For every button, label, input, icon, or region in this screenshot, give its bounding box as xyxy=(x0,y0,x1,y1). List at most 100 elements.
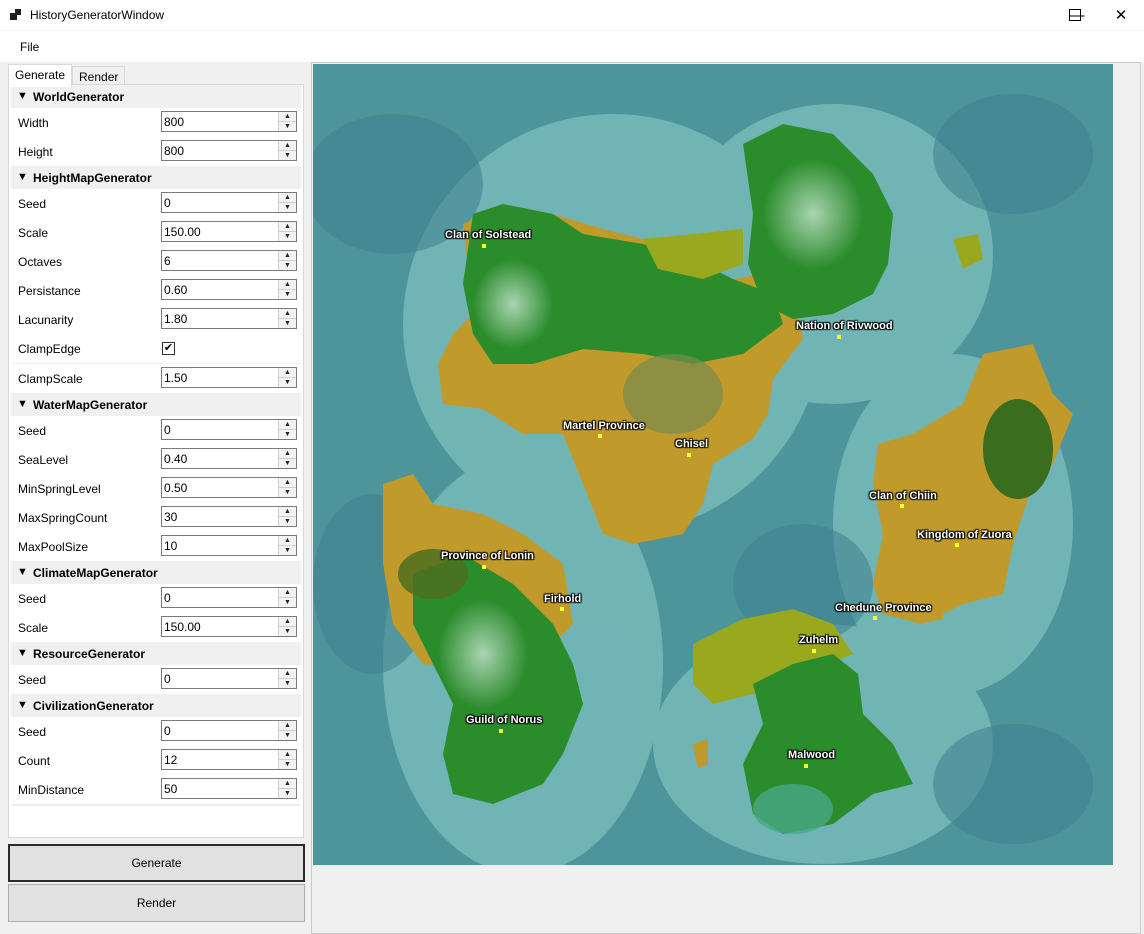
city-label[interactable]: Nation of Rivwood xyxy=(796,320,893,332)
spin-down-icon[interactable]: ▼ xyxy=(279,598,296,607)
persistance-input[interactable]: 0.60 ▲ ▼ xyxy=(161,279,297,300)
city-marker[interactable] xyxy=(812,649,816,653)
spin-down-icon[interactable]: ▼ xyxy=(279,232,296,241)
city-marker[interactable] xyxy=(598,434,602,438)
city-marker[interactable] xyxy=(804,764,808,768)
spin-down-icon[interactable]: ▼ xyxy=(279,290,296,299)
spin-up-icon[interactable]: ▲ xyxy=(279,588,296,598)
city-label[interactable]: Malwood xyxy=(788,749,835,761)
spin-down-icon[interactable]: ▼ xyxy=(279,627,296,636)
spin-up-icon[interactable]: ▲ xyxy=(279,617,296,627)
spin-down-icon[interactable]: ▼ xyxy=(279,319,296,328)
sealevel-input[interactable]: 0.40 ▲ ▼ xyxy=(161,448,297,469)
category-world-generator[interactable]: ▼ WorldGenerator xyxy=(11,86,301,108)
generate-tab-page: ▼ WorldGenerator Width 800 ▲ ▼ Height 800 ▲… xyxy=(8,84,304,838)
menu-file[interactable]: File xyxy=(20,40,39,54)
spin-down-icon[interactable]: ▼ xyxy=(279,430,296,439)
spin-up-icon[interactable]: ▲ xyxy=(279,251,296,261)
spin-down-icon[interactable]: ▼ xyxy=(279,261,296,270)
spin-up-icon[interactable]: ▲ xyxy=(279,478,296,488)
city-label[interactable]: Martel Province xyxy=(563,420,645,432)
render-button[interactable]: Render xyxy=(8,884,305,922)
spin-down-icon[interactable]: ▼ xyxy=(279,517,296,526)
category-watermap-generator[interactable]: ▼ WaterMapGenerator xyxy=(11,394,301,416)
spin-up-icon[interactable]: ▲ xyxy=(279,141,296,151)
property-width: Width 800 ▲ ▼ xyxy=(11,108,301,137)
water-seed-input[interactable]: 0 ▲ ▼ xyxy=(161,419,297,440)
city-label[interactable]: Clan of Chiin xyxy=(869,490,937,502)
close-button[interactable]: ✕ xyxy=(1098,0,1144,30)
resource-seed-input[interactable]: 0 ▲ ▼ xyxy=(161,668,297,689)
property-clampscale: ClampScale 1.50 ▲ ▼ xyxy=(11,364,301,393)
city-label[interactable]: Chisel xyxy=(675,438,708,450)
city-label[interactable]: Province of Lonin xyxy=(441,550,534,562)
city-marker[interactable] xyxy=(687,453,691,457)
mindistance-input[interactable]: 50 ▲ ▼ xyxy=(161,778,297,799)
count-input[interactable]: 12 ▲ ▼ xyxy=(161,749,297,770)
spin-up-icon[interactable]: ▲ xyxy=(279,449,296,459)
category-resource-generator[interactable]: ▼ ResourceGenerator xyxy=(11,643,301,665)
width-input[interactable]: 800 ▲ ▼ xyxy=(161,111,297,132)
heightmap-seed-input[interactable]: 0 ▲ ▼ xyxy=(161,192,297,213)
city-label[interactable]: Zuhelm xyxy=(799,634,838,646)
spin-down-icon[interactable]: ▼ xyxy=(279,151,296,160)
civ-seed-input[interactable]: 0 ▲ ▼ xyxy=(161,720,297,741)
spin-down-icon[interactable]: ▼ xyxy=(279,378,296,387)
city-label[interactable]: Kingdom of Zuora xyxy=(917,529,1012,541)
spin-up-icon[interactable]: ▲ xyxy=(279,280,296,290)
maxpoolsize-input[interactable]: 10 ▲ ▼ xyxy=(161,535,297,556)
spin-up-icon[interactable]: ▲ xyxy=(279,193,296,203)
property-seed: Seed 0 ▲ ▼ xyxy=(11,584,301,613)
spin-up-icon[interactable]: ▲ xyxy=(279,507,296,517)
spin-up-icon[interactable]: ▲ xyxy=(279,420,296,430)
heightmap-scale-input[interactable]: 150.00 ▲ ▼ xyxy=(161,221,297,242)
lacunarity-input[interactable]: 1.80 ▲ ▼ xyxy=(161,308,297,329)
spin-up-icon[interactable]: ▲ xyxy=(279,309,296,319)
city-marker[interactable] xyxy=(482,565,486,569)
generate-button[interactable]: Generate xyxy=(8,844,305,882)
city-label[interactable]: Firhold xyxy=(544,593,581,605)
spin-down-icon[interactable]: ▼ xyxy=(279,488,296,497)
spin-down-icon[interactable]: ▼ xyxy=(279,679,296,688)
climate-seed-input[interactable]: 0 ▲ ▼ xyxy=(161,587,297,608)
maxspringcount-input[interactable]: 30 ▲ ▼ xyxy=(161,506,297,527)
category-heightmap-generator[interactable]: ▼ HeightMapGenerator xyxy=(11,167,301,189)
spin-down-icon[interactable]: ▼ xyxy=(279,546,296,555)
city-label[interactable]: Chedune Province xyxy=(835,602,932,614)
spin-up-icon[interactable]: ▲ xyxy=(279,536,296,546)
octaves-input[interactable]: 6 ▲ ▼ xyxy=(161,250,297,271)
spin-up-icon[interactable]: ▲ xyxy=(279,368,296,378)
city-marker[interactable] xyxy=(837,335,841,339)
clampscale-input[interactable]: 1.50 ▲ ▼ xyxy=(161,367,297,388)
spin-down-icon[interactable]: ▼ xyxy=(279,459,296,468)
spin-down-icon[interactable]: ▼ xyxy=(279,203,296,212)
city-marker[interactable] xyxy=(560,607,564,611)
spin-up-icon[interactable]: ▲ xyxy=(279,750,296,760)
spin-down-icon[interactable]: ▼ xyxy=(279,789,296,798)
spin-up-icon[interactable]: ▲ xyxy=(279,779,296,789)
world-map[interactable] xyxy=(313,64,1113,865)
spin-up-icon[interactable]: ▲ xyxy=(279,222,296,232)
maximize-button[interactable] xyxy=(1052,0,1098,30)
city-marker[interactable] xyxy=(499,729,503,733)
spin-down-icon[interactable]: ▼ xyxy=(279,731,296,740)
spin-down-icon[interactable]: ▼ xyxy=(279,760,296,769)
city-label[interactable]: Clan of Solstead xyxy=(445,229,531,241)
category-climatemap-generator[interactable]: ▼ ClimateMapGenerator xyxy=(11,562,301,584)
spin-down-icon[interactable]: ▼ xyxy=(279,122,296,131)
climate-scale-input[interactable]: 150.00 ▲ ▼ xyxy=(161,616,297,637)
tab-generate[interactable]: Generate xyxy=(8,64,73,87)
spin-up-icon[interactable]: ▲ xyxy=(279,721,296,731)
spin-up-icon[interactable]: ▲ xyxy=(279,112,296,122)
minspringlevel-input[interactable]: 0.50 ▲ ▼ xyxy=(161,477,297,498)
city-marker[interactable] xyxy=(955,543,959,547)
height-input[interactable]: 800 ▲ ▼ xyxy=(161,140,297,161)
city-marker[interactable] xyxy=(873,616,877,620)
city-label[interactable]: Guild of Norus xyxy=(466,714,542,726)
clampedge-checkbox[interactable]: ✔ xyxy=(162,342,175,355)
city-marker[interactable] xyxy=(900,504,904,508)
property-scale: Scale 150.00 ▲ ▼ xyxy=(11,218,301,247)
city-marker[interactable] xyxy=(482,244,486,248)
category-civilization-generator[interactable]: ▼ CivilizationGenerator xyxy=(11,695,301,717)
spin-up-icon[interactable]: ▲ xyxy=(279,669,296,679)
